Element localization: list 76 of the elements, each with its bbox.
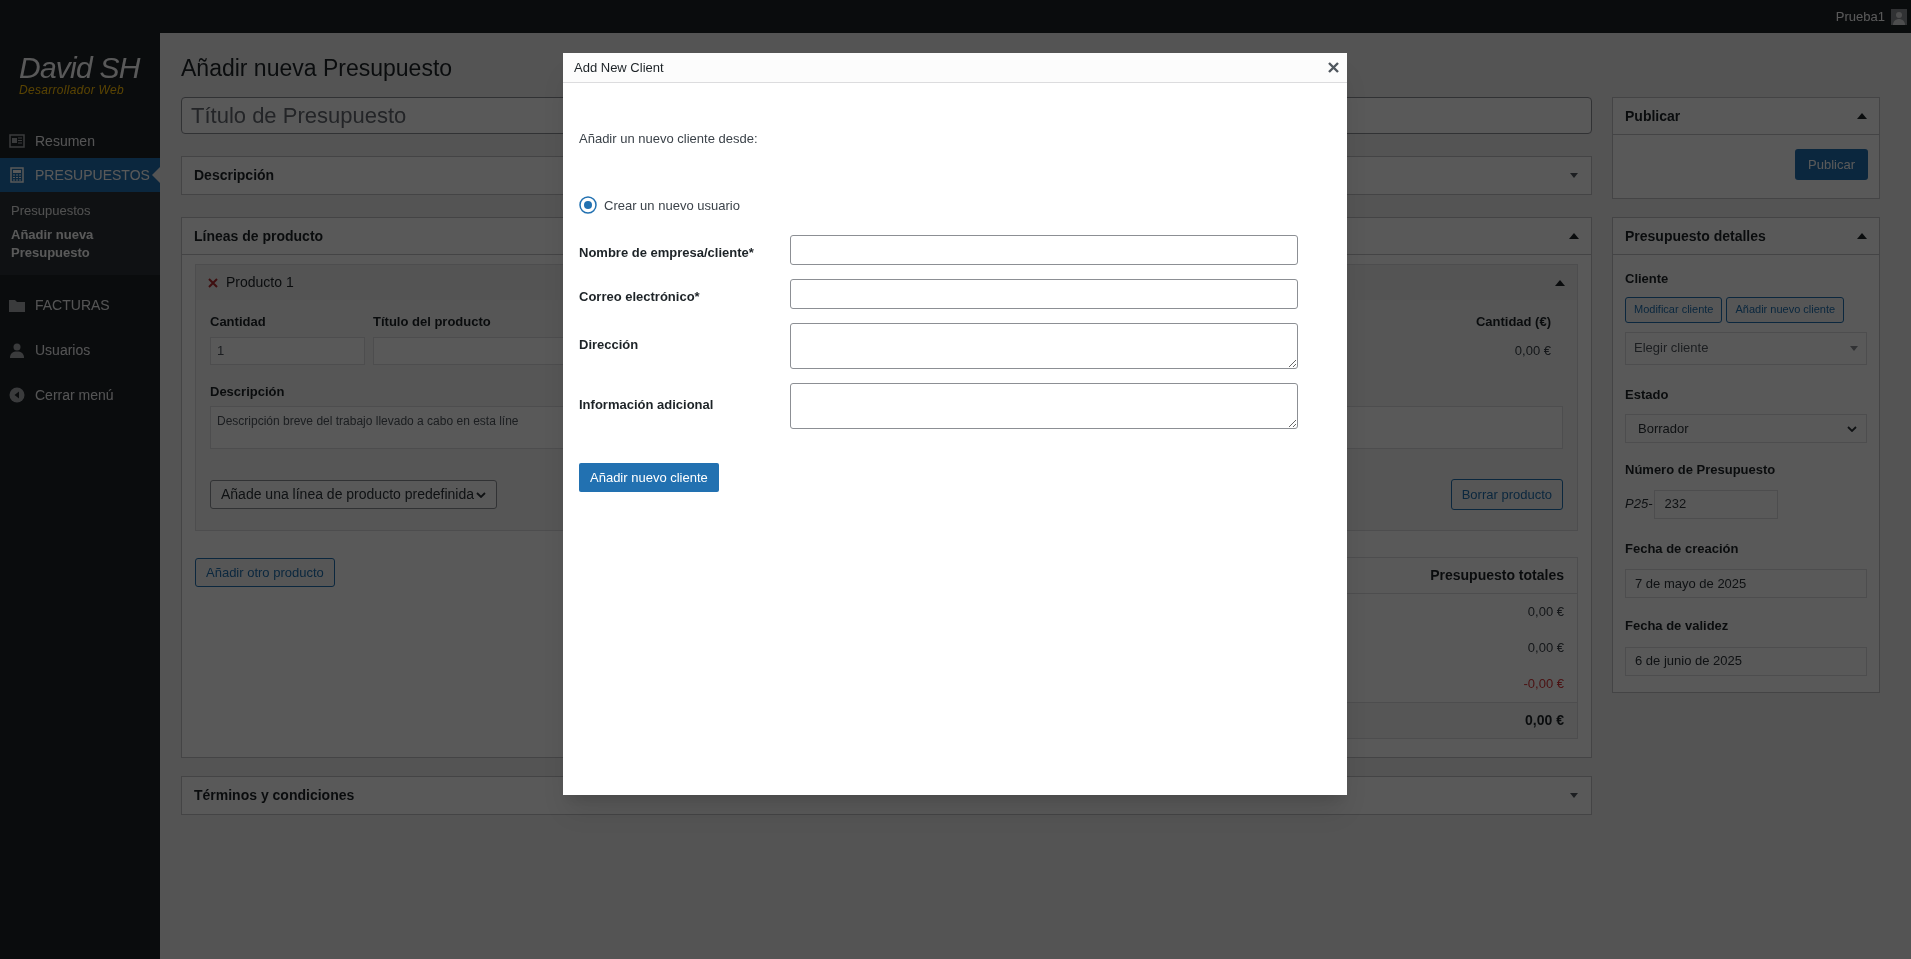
text-area[interactable] <box>790 323 1298 369</box>
field-label: Nombre de empresa/cliente* <box>579 244 755 262</box>
calculator-icon <box>9 167 25 183</box>
user-icon <box>9 342 25 358</box>
product-title: Producto 1 <box>226 273 294 292</box>
field-label: Dirección <box>579 336 640 354</box>
total-value: -0,00 € <box>1523 675 1564 694</box>
add-product-button[interactable]: Añadir otro producto <box>195 558 335 587</box>
current-pointer-icon <box>152 167 160 183</box>
input-field[interactable] <box>790 235 1298 265</box>
field-label: Estado <box>1625 385 1669 404</box>
field-label: Información adicional <box>579 396 715 414</box>
menu-item[interactable]: PRESUPUESTOS <box>0 158 160 192</box>
folder-icon <box>9 297 25 313</box>
client-button[interactable]: Añadir nuevo cliente <box>1726 296 1845 323</box>
quantity-field[interactable]: 1 <box>210 336 365 365</box>
dialog-title: Add New Client <box>574 58 664 77</box>
field-label: Número de Presupuesto <box>1625 461 1776 479</box>
number-prefix: P25- <box>1625 495 1653 514</box>
client-select[interactable]: Elegir cliente <box>1625 331 1867 365</box>
panel-title: Presupuesto detalles <box>1625 226 1766 246</box>
radio-option[interactable]: Crear un nuevo usuario <box>579 195 1331 215</box>
collapse-arrow-icon[interactable] <box>1857 233 1867 239</box>
dropdown-arrow-icon <box>1850 345 1858 351</box>
total-value: 0,00 € <box>1525 711 1564 730</box>
text-area[interactable] <box>790 383 1298 429</box>
publish-button[interactable]: Publicar <box>1795 149 1868 180</box>
dashboard-icon <box>9 133 25 149</box>
chevron-down-icon <box>476 491 486 498</box>
amount-value: 0,00 € <box>1514 341 1551 360</box>
collapse-arrow-icon[interactable] <box>1555 279 1565 286</box>
logo-subtitle: Desarrollador Web <box>19 84 124 96</box>
expand-arrow-icon[interactable] <box>1569 792 1579 799</box>
collapse-arrow-icon[interactable] <box>1569 233 1579 239</box>
menu-item[interactable]: Usuarios <box>0 333 160 367</box>
submenu-item[interactable]: Añadir nueva Presupuesto <box>0 223 160 265</box>
input-field[interactable] <box>790 279 1298 309</box>
radio-selected-icon[interactable] <box>579 196 597 215</box>
user-name[interactable]: Prueba1 <box>1835 6 1885 27</box>
total-value: 0,00 € <box>1527 603 1564 622</box>
date-field[interactable]: 7 de mayo de 2025 <box>1625 569 1867 598</box>
menu-item[interactable]: FACTURAS <box>0 288 160 322</box>
field-label: Fecha de validez <box>1625 617 1729 635</box>
column-header: Cantidad (€) <box>1475 313 1551 331</box>
column-header: Presupuesto totales <box>1430 566 1564 585</box>
predefined-line-select[interactable]: Añade una línea de producto predefinida <box>210 480 497 509</box>
menu-item[interactable]: Cerrar menú <box>0 378 160 412</box>
total-value: 0,00 € <box>1527 639 1564 658</box>
expand-arrow-icon[interactable] <box>1569 172 1579 179</box>
logo-title: David SH <box>19 53 140 83</box>
close-icon[interactable] <box>1328 62 1339 73</box>
field-label: Correo electrónico* <box>579 288 701 306</box>
number-field[interactable]: 232 <box>1654 489 1779 519</box>
submenu-item[interactable]: Presupuestos <box>0 199 160 223</box>
chevron-down-icon <box>1847 425 1857 432</box>
client-button[interactable]: Modificar cliente <box>1625 296 1723 323</box>
avatar-icon[interactable] <box>1891 8 1907 25</box>
status-select[interactable]: Borrador <box>1625 414 1867 443</box>
collapse-icon <box>9 387 25 403</box>
field-label: Cliente <box>1625 270 1669 288</box>
panel-title: Términos y condiciones <box>194 786 355 805</box>
page-title: Añadir nueva Presupuesto <box>181 54 453 83</box>
field-label: Descripción <box>210 382 285 401</box>
menu-item[interactable]: Resumen <box>0 124 160 158</box>
field-label: Cantidad <box>210 313 266 331</box>
collapse-arrow-icon[interactable] <box>1857 113 1867 119</box>
remove-x-icon[interactable] <box>208 277 218 288</box>
field-label: Fecha de creación <box>1625 539 1739 558</box>
delete-product-button[interactable]: Borrar producto <box>1450 479 1563 510</box>
date-field[interactable]: 6 de junio de 2025 <box>1625 646 1867 676</box>
add-client-button[interactable]: Añadir nuevo cliente <box>579 463 719 492</box>
panel-title: Publicar <box>1625 106 1681 126</box>
field-label: Título del producto <box>373 313 491 331</box>
panel-title: Líneas de producto <box>194 226 324 246</box>
intro-text: Añadir un nuevo cliente desde: <box>579 130 759 148</box>
panel-title: Descripción <box>194 166 275 185</box>
